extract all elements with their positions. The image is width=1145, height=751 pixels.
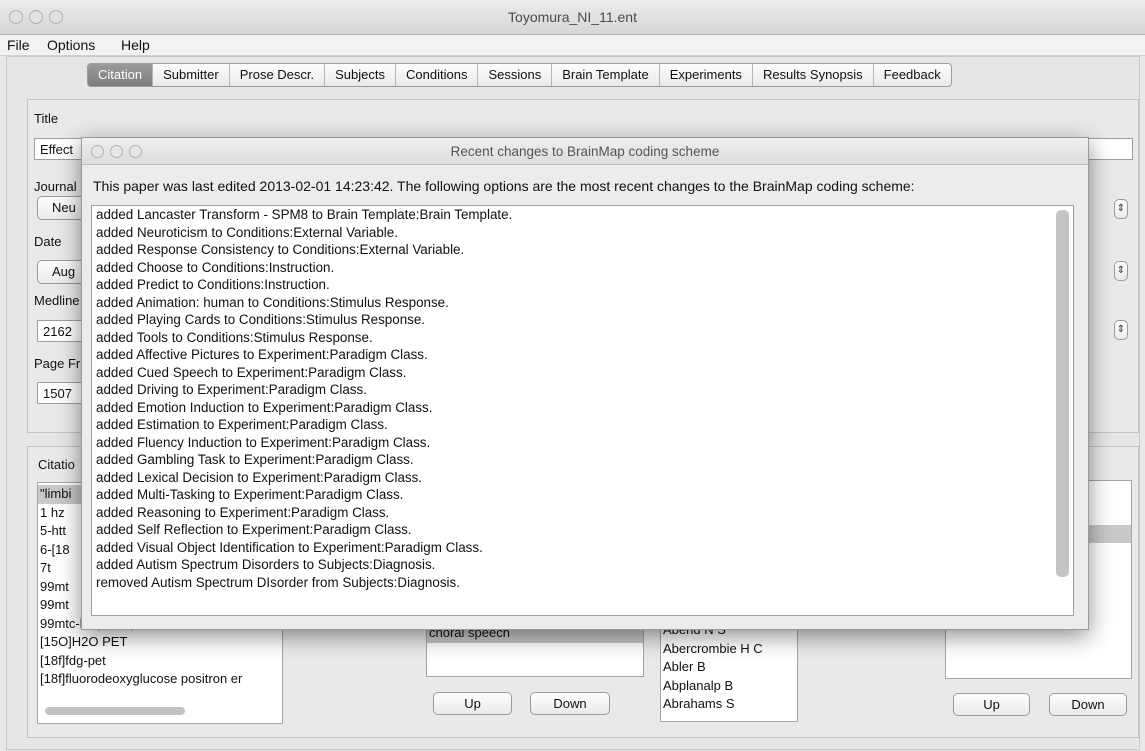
change-item: added Fluency Induction to Experiment:Pa… xyxy=(96,434,431,450)
date-label: Date xyxy=(34,234,62,249)
tab-feedback[interactable]: Feedback xyxy=(874,64,951,86)
tab-subjects[interactable]: Subjects xyxy=(325,64,397,86)
menu-file[interactable]: File xyxy=(7,37,30,53)
list-item[interactable]: Abercrombie H C xyxy=(661,640,797,659)
change-item: added Visual Object Identification to Ex… xyxy=(96,539,483,555)
dialog-intro-text: This paper was last edited 2013-02-01 14… xyxy=(93,178,915,194)
journal-label: Journal xyxy=(34,179,77,194)
horizontal-scrollbar[interactable] xyxy=(45,707,185,715)
change-item: added Reasoning to Experiment:Paradigm C… xyxy=(96,504,390,520)
date-stepper-icon[interactable]: ⇕ xyxy=(1114,261,1128,281)
change-item: added Tools to Conditions:Stimulus Respo… xyxy=(96,329,373,345)
list-item[interactable]: Abplanalp B xyxy=(661,677,797,696)
change-item: added Emotion Induction to Experiment:Pa… xyxy=(96,399,433,415)
change-item: added Predict to Conditions:Instruction. xyxy=(96,277,330,292)
list-item[interactable]: Abrahams S xyxy=(661,695,797,714)
dialog-titlebar: Recent changes to BrainMap coding scheme xyxy=(82,138,1088,165)
change-item: added Cued Speech to Experiment:Paradigm… xyxy=(96,364,407,380)
tab-prose-descr[interactable]: Prose Descr. xyxy=(230,64,326,86)
list-item[interactable]: [18f]fdg-pet xyxy=(38,652,282,671)
tab-brain-template[interactable]: Brain Template xyxy=(552,64,660,86)
change-item: added Self Reflection to Experiment:Para… xyxy=(96,522,412,537)
citation-keywords-label: Citatio xyxy=(38,457,75,472)
list-item[interactable]: [18f]fluorodeoxyglucose positron er xyxy=(38,670,282,689)
change-item: added Gambling Task to Experiment:Paradi… xyxy=(96,452,414,467)
tab-results-synopsis[interactable]: Results Synopsis xyxy=(753,64,874,86)
change-item: added Response Consistency to Conditions… xyxy=(96,242,465,257)
authors-list[interactable]: Abend N S Abercrombie H C Abler B Abplan… xyxy=(660,620,798,722)
tab-sessions[interactable]: Sessions xyxy=(478,64,553,86)
menu-bar: File Options Help xyxy=(0,35,1145,56)
page-from-label: Page Fr xyxy=(34,356,81,371)
down-button-right[interactable]: Down xyxy=(1049,693,1127,716)
tab-submitter[interactable]: Submitter xyxy=(153,64,230,86)
window-titlebar: Toyomura_NI_11.ent xyxy=(0,0,1145,35)
tab-bar: Citation Submitter Prose Descr. Subjects… xyxy=(87,63,952,87)
recent-changes-dialog: Recent changes to BrainMap coding scheme… xyxy=(81,137,1089,630)
stepper-icon[interactable]: ⇕ xyxy=(1114,320,1128,340)
change-item: added Choose to Conditions:Instruction. xyxy=(96,259,335,275)
change-item: added Neuroticism to Conditions:External… xyxy=(96,224,398,240)
list-item[interactable]: [15O]H2O PET xyxy=(38,633,282,652)
change-item: added Estimation to Experiment:Paradigm … xyxy=(96,417,388,432)
menu-options[interactable]: Options xyxy=(47,37,95,53)
change-item: added Animation: human to Conditions:Sti… xyxy=(96,294,449,310)
journal-stepper-icon[interactable]: ⇕ xyxy=(1114,199,1128,219)
change-item: added Playing Cards to Conditions:Stimul… xyxy=(96,312,425,327)
up-button-right[interactable]: Up xyxy=(953,693,1030,716)
changes-list[interactable]: added Lancaster Transform - SPM8 to Brai… xyxy=(91,205,1074,616)
medline-label: Medline xyxy=(34,293,80,308)
down-button[interactable]: Down xyxy=(530,692,610,715)
tab-conditions[interactable]: Conditions xyxy=(396,64,479,86)
change-item: added Driving to Experiment:Paradigm Cla… xyxy=(96,382,367,397)
menu-help[interactable]: Help xyxy=(121,37,150,53)
up-button[interactable]: Up xyxy=(433,692,512,715)
change-item: added Lancaster Transform - SPM8 to Brai… xyxy=(96,207,513,222)
title-label: Title xyxy=(34,111,59,126)
change-item: removed Autism Spectrum DIsorder from Su… xyxy=(96,574,460,590)
tab-citation[interactable]: Citation xyxy=(88,64,154,86)
change-item: added Lexical Decision to Experiment:Par… xyxy=(96,469,422,485)
dialog-title: Recent changes to BrainMap coding scheme xyxy=(450,144,720,159)
change-item: added Multi-Tasking to Experiment:Paradi… xyxy=(96,487,404,502)
tab-experiments[interactable]: Experiments xyxy=(660,64,753,86)
vertical-scrollbar[interactable] xyxy=(1056,210,1069,577)
window-title: Toyomura_NI_11.ent xyxy=(508,9,637,25)
change-item: added Autism Spectrum Disorders to Subje… xyxy=(96,557,436,572)
change-item: added Affective Pictures to Experiment:P… xyxy=(96,347,428,362)
list-item[interactable]: Abler B xyxy=(661,658,797,677)
